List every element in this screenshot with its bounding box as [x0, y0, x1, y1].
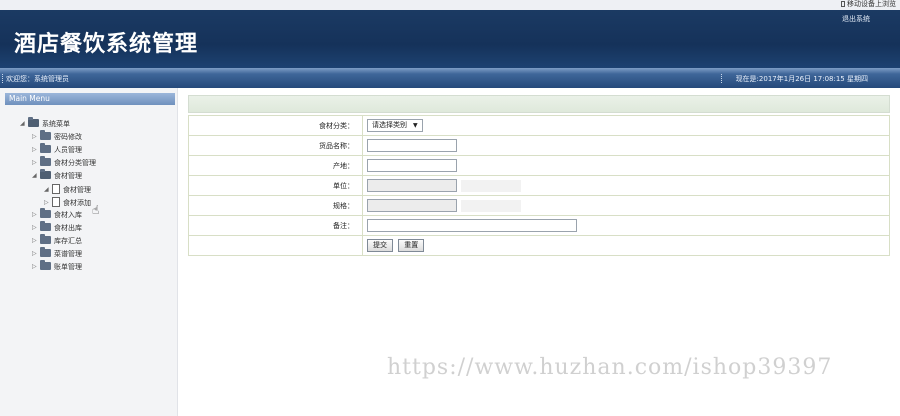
collapse-triangle-icon: ◢: [32, 172, 37, 179]
watermark: https://www.huzhan.com/ishop39397: [387, 355, 833, 380]
form-row: 产地：: [188, 155, 890, 176]
folder-icon: [40, 247, 51, 257]
spec-label: 规格：: [188, 195, 363, 216]
main-content: 食材分类： 请选择类别 ▼ 货品名称： 产地： 单位： 规格： 备注： 提交 重…: [188, 95, 890, 256]
expand-triangle-icon: ▷: [32, 146, 37, 153]
form-row: 货品名称：: [188, 135, 890, 156]
expand-triangle-icon: ▷: [32, 224, 37, 231]
sidebar-item-label: 人员管理: [54, 146, 82, 154]
form-row: 食材分类： 请选择类别 ▼: [188, 115, 890, 136]
remark-input[interactable]: [367, 219, 577, 232]
sidebar-item-label: 食材出库: [54, 224, 82, 232]
sidebar: Main Menu ◢ 系统菜单 ▷ 密码修改 ▷ 人员管理 ▷ 食材分类管理 ◢ 食材管…: [0, 88, 178, 416]
form-cell: [362, 215, 890, 236]
form-cell: 提交 重置: [362, 235, 890, 256]
folder-icon: [40, 260, 51, 270]
datetime-text: 现在是:2017年1月26日 17:08:15 星期四: [735, 75, 868, 83]
folder-icon: [28, 117, 39, 127]
logout-link[interactable]: 退出系统: [842, 14, 870, 24]
name-input[interactable]: [367, 139, 457, 152]
expand-triangle-icon: ▷: [32, 237, 37, 244]
hand-cursor-icon: ☝: [92, 203, 100, 217]
sidebar-item-label: 食材管理: [63, 186, 91, 194]
collapse-triangle-icon: ◢: [44, 186, 49, 193]
autocomplete-ghost: [461, 179, 521, 192]
category-select[interactable]: 请选择类别 ▼: [367, 119, 423, 132]
mobile-link-label: 移动设备上浏览: [847, 0, 896, 8]
form-cell: [362, 135, 890, 156]
folder-icon: [40, 234, 51, 244]
sidebar-item-label: 食材入库: [54, 211, 82, 219]
folder-icon: [40, 156, 51, 166]
category-select-value: 请选择类别: [372, 121, 407, 129]
form-cell: [362, 175, 890, 196]
sidebar-item-ingredients[interactable]: ◢ 食材管理: [32, 169, 82, 183]
form-row: 规格：: [188, 195, 890, 216]
remark-label: 备注：: [188, 215, 363, 236]
folder-icon: [40, 130, 51, 140]
expand-triangle-icon: ▷: [32, 133, 37, 140]
main-menu-header: Main Menu: [5, 93, 175, 105]
unit-label: 单位：: [188, 175, 363, 196]
mobile-link[interactable]: 移动设备上浏览: [841, 0, 896, 9]
sidebar-subitem-ingredient-add[interactable]: ▷ 食材添加: [44, 197, 91, 209]
form-row: 备注：: [188, 215, 890, 236]
origin-label: 产地：: [188, 155, 363, 176]
submit-button[interactable]: 提交: [367, 239, 393, 252]
expand-triangle-icon: ▷: [44, 199, 49, 206]
sidebar-item-label: 食材分类管理: [54, 159, 96, 167]
sidebar-subitem-ingredient-manage[interactable]: ◢ 食材管理: [44, 184, 91, 196]
form-cell: 请选择类别 ▼: [362, 115, 890, 136]
top-strip: 移动设备上浏览: [0, 0, 900, 10]
sidebar-item-label: 食材管理: [54, 172, 82, 180]
divider: [721, 74, 722, 83]
app-title: 酒店餐饮系统管理: [14, 32, 199, 57]
sidebar-item-label: 食材添加: [63, 199, 91, 207]
form-row: 单位：: [188, 175, 890, 196]
divider: [2, 74, 3, 83]
folder-icon: [40, 208, 51, 218]
tree-root[interactable]: ◢ 系统菜单: [20, 117, 70, 131]
folder-icon: [40, 221, 51, 231]
content-header-bar: [188, 95, 890, 113]
sidebar-item-label: 账单管理: [54, 263, 82, 271]
collapse-triangle-icon: ◢: [20, 120, 25, 127]
chevron-down-icon: ▼: [413, 122, 418, 129]
unit-input[interactable]: [367, 179, 457, 192]
name-label: 货品名称：: [188, 135, 363, 156]
expand-triangle-icon: ▷: [32, 263, 37, 270]
empty-label: [188, 235, 363, 256]
file-icon: [52, 184, 60, 194]
sidebar-item-label: 密码修改: [54, 133, 82, 141]
status-bar: 欢迎您：系统管理员 现在是:2017年1月26日 17:08:15 星期四: [0, 68, 900, 88]
phone-icon: [841, 1, 845, 7]
expand-triangle-icon: ▷: [32, 250, 37, 257]
sidebar-item-label: 库存汇总: [54, 237, 82, 245]
form-cell: [362, 195, 890, 216]
category-label: 食材分类：: [188, 115, 363, 136]
welcome-text: 欢迎您：系统管理员: [6, 75, 69, 83]
spec-input[interactable]: [367, 199, 457, 212]
sidebar-item-bills[interactable]: ▷ 账单管理: [32, 260, 82, 274]
file-icon: [52, 197, 60, 207]
folder-icon: [40, 169, 51, 179]
form-cell: [362, 155, 890, 176]
ingredient-form: 食材分类： 请选择类别 ▼ 货品名称： 产地： 单位： 规格： 备注： 提交 重…: [188, 115, 890, 256]
reset-button[interactable]: 重置: [398, 239, 425, 252]
expand-triangle-icon: ▷: [32, 159, 37, 166]
form-row: 提交 重置: [188, 235, 890, 256]
origin-input[interactable]: [367, 159, 457, 172]
folder-icon: [40, 143, 51, 153]
sidebar-item-label: 菜谱管理: [54, 250, 82, 258]
tree-root-label: 系统菜单: [42, 120, 70, 128]
header-banner: 酒店餐饮系统管理 退出系统: [0, 10, 900, 68]
expand-triangle-icon: ▷: [32, 211, 37, 218]
autocomplete-ghost: [461, 199, 521, 212]
